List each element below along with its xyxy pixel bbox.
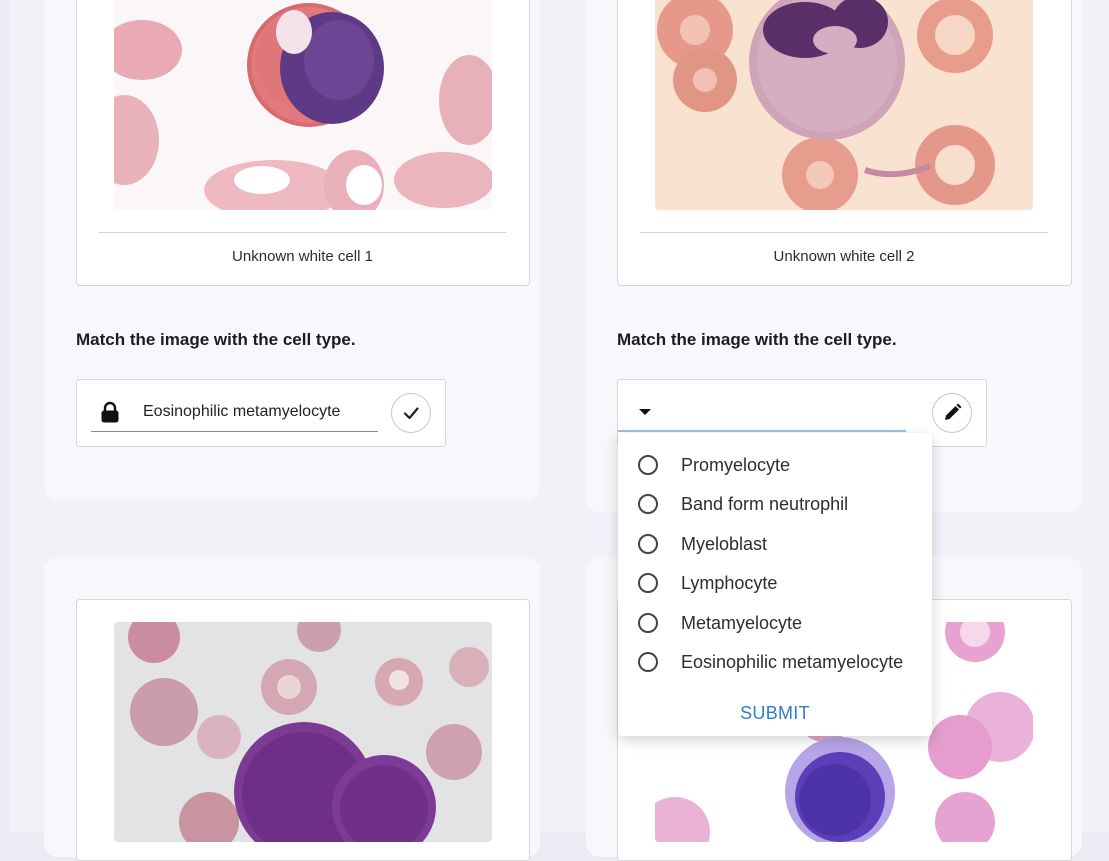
caption-divider-2 bbox=[640, 232, 1048, 233]
option-label: Lymphocyte bbox=[681, 572, 778, 593]
option-label: Eosinophilic metamyelocyte bbox=[681, 651, 904, 672]
cell-image-2 bbox=[655, 0, 1033, 210]
selected-answer-1: Eosinophilic metamyelocyte bbox=[143, 403, 341, 420]
radio-button[interactable] bbox=[638, 613, 658, 633]
cell-type-options-menu: Promyelocyte Band form neutrophil Myelob… bbox=[618, 433, 932, 736]
radio-button[interactable] bbox=[638, 652, 658, 672]
check-icon bbox=[403, 407, 419, 420]
image-caption-1: Unknown white cell 1 bbox=[232, 248, 373, 265]
question-prompt-1: Match the image with the cell type. bbox=[76, 330, 356, 349]
image-caption-2: Unknown white cell 2 bbox=[773, 248, 915, 265]
option-label: Band form neutrophil bbox=[681, 493, 849, 514]
select-focus-underline bbox=[618, 430, 906, 432]
answer-underline-1 bbox=[91, 431, 378, 432]
question-prompt-2: Match the image with the cell type. bbox=[617, 330, 897, 349]
radio-button[interactable] bbox=[638, 573, 658, 593]
cell-image-1 bbox=[114, 0, 492, 210]
option-band-form-neutrophil[interactable]: Band form neutrophil bbox=[638, 489, 848, 519]
option-metamyelocyte[interactable]: Metamyelocyte bbox=[638, 608, 802, 638]
confirm-button[interactable] bbox=[391, 393, 431, 433]
radio-button[interactable] bbox=[638, 455, 658, 475]
radio-button[interactable] bbox=[638, 534, 658, 554]
cell-image-3 bbox=[114, 622, 492, 842]
submit-button[interactable]: SUBMIT bbox=[618, 703, 932, 724]
option-lymphocyte[interactable]: Lymphocyte bbox=[638, 568, 777, 598]
option-myeloblast[interactable]: Myeloblast bbox=[638, 529, 767, 559]
radio-button[interactable] bbox=[638, 494, 658, 514]
option-label: Promyelocyte bbox=[681, 454, 791, 475]
caret-down-icon bbox=[639, 409, 651, 415]
lock-icon bbox=[100, 401, 120, 428]
cell-type-select[interactable] bbox=[638, 403, 906, 429]
option-label: Myeloblast bbox=[681, 533, 768, 554]
pencil-icon bbox=[945, 403, 962, 420]
edit-button[interactable] bbox=[932, 393, 972, 433]
option-eosinophilic-metamyelocyte[interactable]: Eosinophilic metamyelocyte bbox=[638, 647, 903, 677]
option-promyelocyte[interactable]: Promyelocyte bbox=[638, 450, 790, 480]
option-label: Metamyelocyte bbox=[681, 612, 803, 633]
caption-divider-1 bbox=[99, 232, 506, 233]
